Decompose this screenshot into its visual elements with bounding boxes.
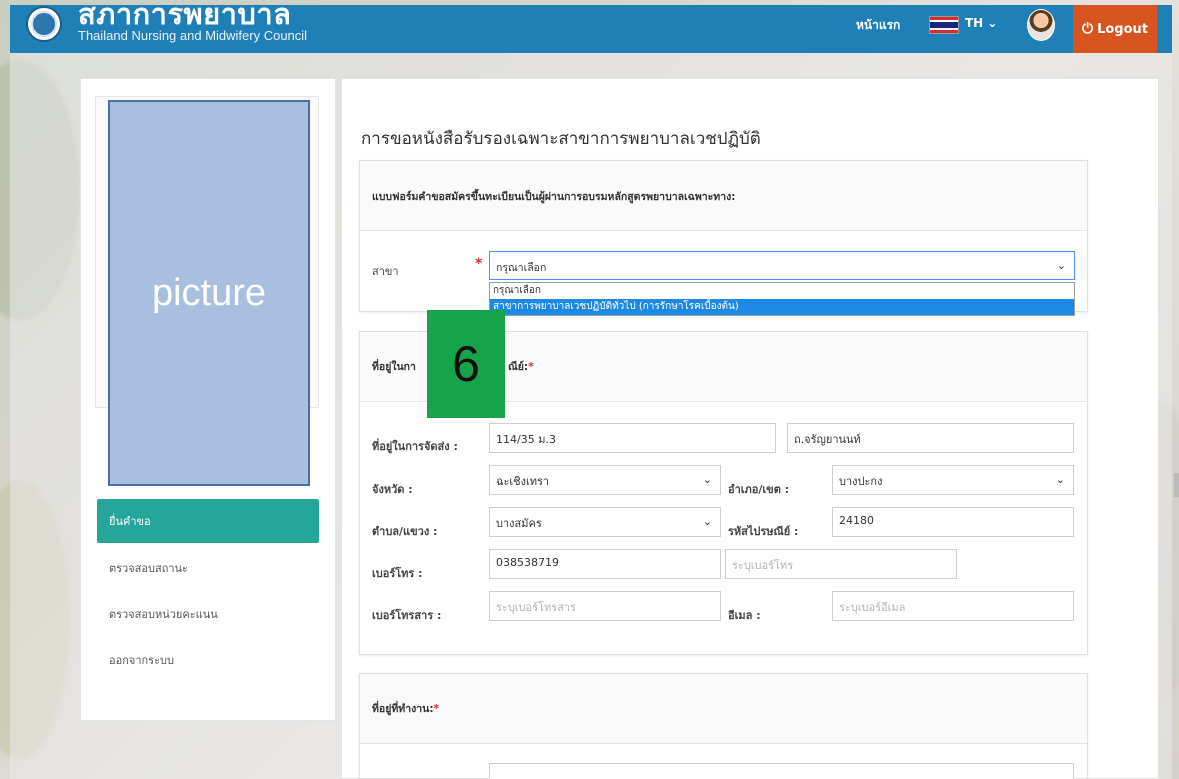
thai-flag-icon[interactable] bbox=[929, 16, 959, 34]
postcode-label: รหัสไปรษณีย์ : bbox=[728, 525, 799, 538]
email-input[interactable]: ระบุเบอร์อีเมล bbox=[832, 591, 1074, 621]
sidebar-item-check-status[interactable]: ตรวจสอบสถานะ bbox=[97, 546, 319, 590]
branch-option[interactable]: สาขาการพยาบาลเวชปฏิบัติทั่วไป (การรักษาโ… bbox=[490, 299, 1074, 315]
chevron-down-icon: ⌄ bbox=[702, 473, 712, 486]
required-marker: * bbox=[475, 256, 483, 272]
chevron-down-icon: ⌄ bbox=[1055, 473, 1065, 486]
logout-label: Logout bbox=[1097, 21, 1148, 37]
address-line2-input[interactable]: ถ.จรัญยานนท์ bbox=[787, 423, 1074, 453]
chevron-down-icon: ⌄ bbox=[1056, 259, 1066, 272]
step-badge: 6 bbox=[427, 310, 505, 418]
subdistrict-value: บางสมัคร bbox=[496, 517, 542, 530]
chevron-down-icon: ⌄ bbox=[702, 515, 712, 528]
work-heading: ที่อยู่ที่ทำงาน:* bbox=[372, 703, 440, 715]
district-select[interactable]: บางปะกง ⌄ bbox=[832, 465, 1074, 495]
profile-picture: picture bbox=[108, 100, 310, 486]
sidebar-item-check-credits[interactable]: ตรวจสอบหน่วยคะแนน bbox=[97, 592, 319, 636]
power-icon: ⏻ bbox=[1082, 21, 1094, 37]
address-label: ที่อยู่ในการจัดส่ง : bbox=[372, 440, 458, 453]
subdistrict-label: ตำบล/แขวง : bbox=[372, 525, 438, 538]
page-title: การขอหนังสือรับรองเฉพาะสาขาการพยาบาลเวชป… bbox=[361, 129, 761, 149]
branch-select-value: กรุณาเลือก bbox=[496, 262, 547, 274]
brand-title[interactable]: สภาการพยาบาล bbox=[78, 0, 291, 30]
phone-label: เบอร์โทร : bbox=[372, 567, 423, 580]
postcode-input[interactable]: 24180 bbox=[832, 507, 1074, 537]
logout-button[interactable]: ⏻ Logout bbox=[1073, 5, 1157, 53]
province-label: จังหวัด : bbox=[372, 483, 413, 496]
province-value: ฉะเชิงเทรา bbox=[496, 475, 550, 488]
user-avatar[interactable] bbox=[1027, 9, 1055, 41]
branch-option[interactable]: กรุณาเลือก bbox=[490, 283, 1074, 299]
mailing-heading-tail: ณีย์:* bbox=[508, 361, 534, 373]
mailing-heading: ที่อยู่ในกา bbox=[372, 361, 416, 373]
fax-label: เบอร์โทรสาร : bbox=[372, 609, 442, 622]
district-label: อำเภอ/เขต : bbox=[728, 483, 790, 496]
branch-select[interactable]: กรุณาเลือก ⌄ bbox=[489, 251, 1075, 280]
work-address-input[interactable] bbox=[489, 763, 1074, 779]
phone2-input[interactable]: ระบุเบอร์โทร bbox=[725, 549, 957, 579]
address-line1-input[interactable]: 114/35 ม.3 bbox=[489, 423, 776, 453]
phone-input[interactable]: 038538719 bbox=[489, 549, 721, 579]
subdistrict-select[interactable]: บางสมัคร ⌄ bbox=[489, 507, 721, 537]
language-selector[interactable]: TH ⌄ bbox=[965, 16, 997, 30]
form-heading: แบบฟอร์มคำขอสมัครขึ้นทะเบียนเป็นผู้ผ่านก… bbox=[372, 191, 736, 203]
home-link[interactable]: หน้าแรก bbox=[856, 16, 900, 35]
sidebar-item-sign-out[interactable]: ออกจากระบบ bbox=[97, 638, 319, 682]
district-value: บางปะกง bbox=[839, 475, 883, 488]
branch-dropdown-list: กรุณาเลือก สาขาการพยาบาลเวชปฏิบัติทั่วไป… bbox=[489, 282, 1075, 316]
fax-input[interactable]: ระบุเบอร์โทรสาร bbox=[489, 591, 721, 621]
province-select[interactable]: ฉะเชิงเทรา ⌄ bbox=[489, 465, 721, 495]
branch-label: สาขา bbox=[372, 265, 399, 278]
scrollbar-thumb[interactable] bbox=[1174, 473, 1179, 497]
sidebar-item-submit-request[interactable]: ยื่นคำขอ bbox=[97, 499, 319, 543]
brand-subtitle: Thailand Nursing and Midwifery Council bbox=[78, 28, 308, 43]
council-logo-icon[interactable] bbox=[26, 6, 62, 42]
email-label: อีเมล : bbox=[728, 609, 761, 622]
